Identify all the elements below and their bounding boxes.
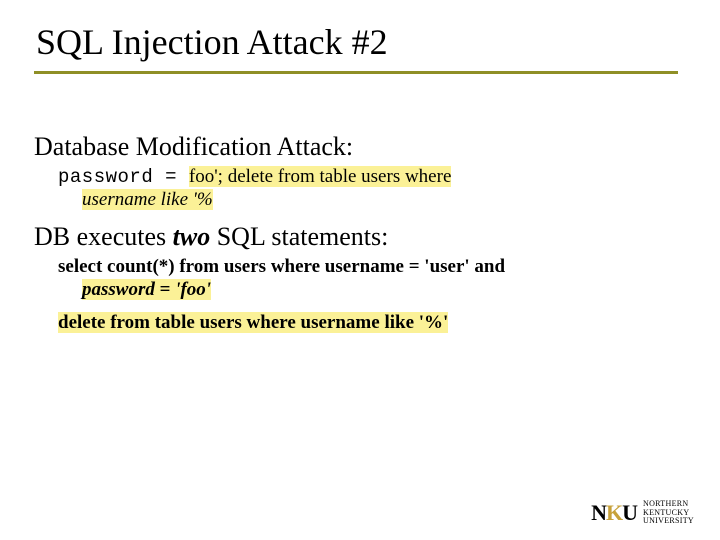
stmt1-line-a: select count(*) from users where usernam… bbox=[58, 256, 505, 277]
logo-letter-n: N bbox=[591, 500, 606, 525]
code-prefix: password = bbox=[58, 166, 189, 188]
heading-post: SQL statements: bbox=[210, 222, 388, 251]
stmt2-text: delete from table users where username l… bbox=[58, 312, 448, 333]
section1-code-line1: password = foo'; delete from table users… bbox=[58, 166, 686, 212]
heading-emph: two bbox=[173, 222, 211, 251]
statement-2: delete from table users where username l… bbox=[58, 312, 686, 335]
logo-letter-u: U bbox=[622, 500, 637, 525]
logo-letter-k: K bbox=[606, 500, 622, 525]
nku-logo: NKU NORTHERN KENTUCKY UNIVERSITY bbox=[591, 500, 694, 526]
logo-mark: NKU bbox=[591, 500, 637, 526]
stmt1-password-word: password bbox=[82, 279, 155, 300]
slide: SQL Injection Attack #2 Database Modific… bbox=[0, 0, 720, 540]
highlighted-code-2: username like '% bbox=[82, 189, 213, 210]
logo-text-l3: UNIVERSITY bbox=[643, 516, 694, 525]
section2-heading: DB executes two SQL statements: bbox=[34, 222, 686, 252]
stmt1-value: 'foo' bbox=[175, 279, 211, 300]
slide-body: Database Modification Attack: password =… bbox=[34, 132, 686, 334]
stmt1-eq: = bbox=[155, 279, 175, 300]
slide-title: SQL Injection Attack #2 bbox=[34, 18, 678, 74]
highlighted-code-1: foo'; delete from table users where bbox=[189, 166, 451, 187]
heading-pre: DB executes bbox=[34, 222, 173, 251]
section1-heading: Database Modification Attack: bbox=[34, 132, 686, 162]
statement-1: select count(*) from users where usernam… bbox=[58, 256, 686, 302]
logo-text: NORTHERN KENTUCKY UNIVERSITY bbox=[643, 500, 694, 525]
